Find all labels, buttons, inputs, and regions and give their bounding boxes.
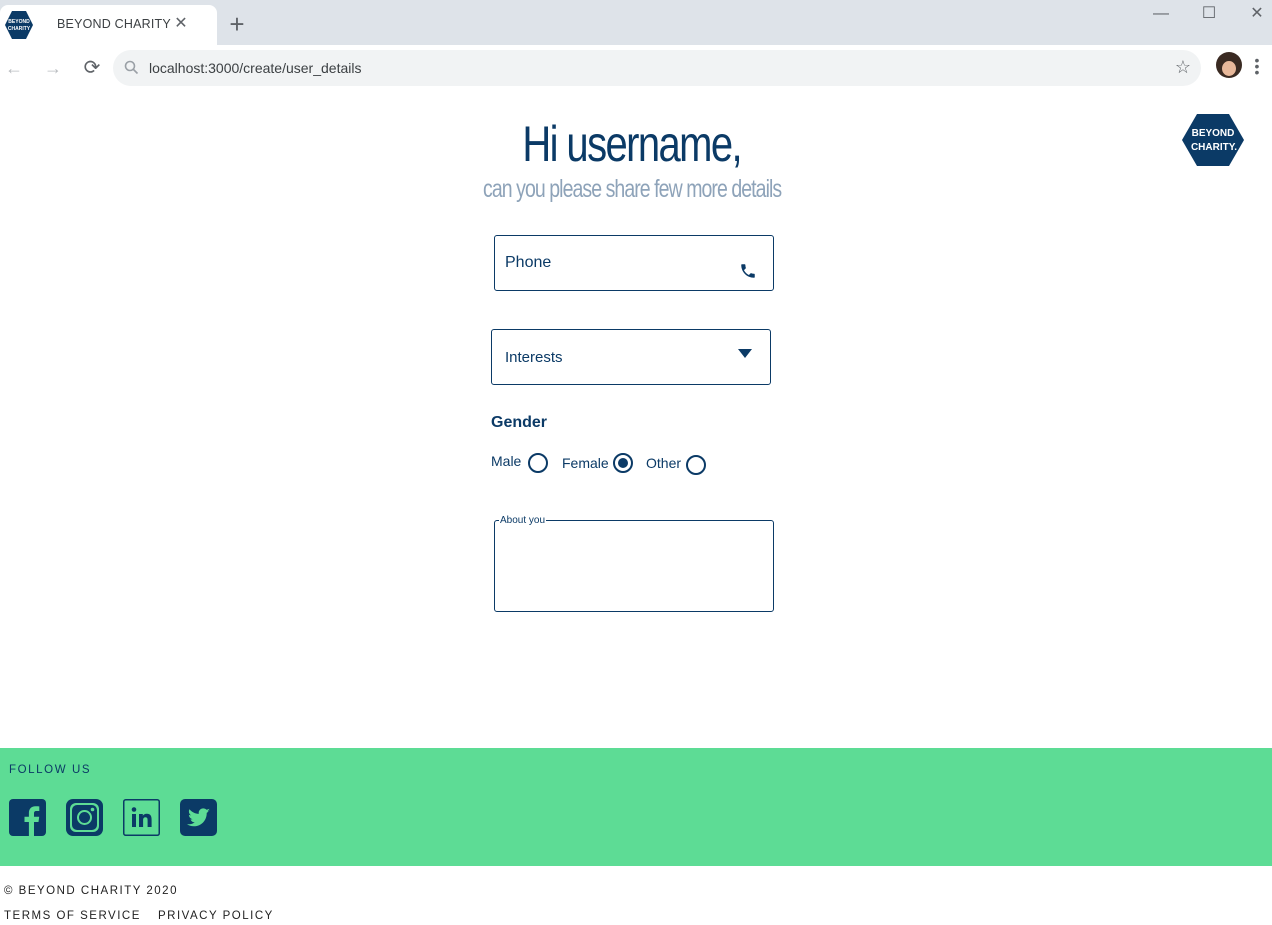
page-subtitle: can you please share few more details xyxy=(0,175,1264,204)
phone-placeholder: Phone xyxy=(505,254,552,271)
phone-input[interactable]: Phone xyxy=(494,235,774,291)
about-you-label: About you xyxy=(499,515,547,526)
radio-female[interactable] xyxy=(613,453,633,473)
instagram-icon[interactable] xyxy=(66,799,103,836)
about-you-textarea[interactable]: About you xyxy=(494,515,774,612)
beyond-charity-favicon-icon: BEYOND CHARITY xyxy=(5,11,33,39)
address-bar[interactable]: localhost:3000/create/user_details ☆ xyxy=(113,50,1201,86)
footer-social-band: FOLLOW US xyxy=(0,748,1272,866)
new-tab-icon[interactable]: + xyxy=(225,11,249,37)
subtitle-text: can you please share few more details xyxy=(482,175,782,203)
gender-label: Gender xyxy=(491,414,548,431)
maximize-icon[interactable]: ☐ xyxy=(1194,4,1224,24)
tab-title: BEYOND CHARITY xyxy=(57,17,171,31)
interests-label: Interests xyxy=(505,349,563,366)
radio-male[interactable] xyxy=(528,453,548,473)
linkedin-icon[interactable] xyxy=(123,799,160,836)
radio-label: Other xyxy=(646,455,682,471)
radio-label: Male xyxy=(491,453,522,469)
search-icon xyxy=(124,60,139,75)
browser-tab[interactable]: BEYOND CHARITY BEYOND CHARITY ✕ xyxy=(0,5,217,45)
phone-icon xyxy=(741,264,755,278)
minimize-icon[interactable]: — xyxy=(1146,4,1176,24)
reload-icon[interactable]: ⟳ xyxy=(81,57,103,79)
bookmark-star-icon[interactable]: ☆ xyxy=(1175,57,1191,78)
radio-label: Female xyxy=(562,455,609,471)
copyright-text: © BEYOND CHARITY 2020 xyxy=(4,885,178,897)
privacy-policy-link[interactable]: PRIVACY POLICY xyxy=(158,910,274,922)
profile-avatar[interactable] xyxy=(1216,52,1242,78)
svg-text:CHARITY: CHARITY xyxy=(8,26,31,32)
close-window-icon[interactable]: ✕ xyxy=(1242,4,1272,24)
forward-icon[interactable]: → xyxy=(42,57,64,79)
tab-close-icon[interactable]: ✕ xyxy=(172,15,190,33)
back-icon[interactable]: ← xyxy=(3,57,25,79)
follow-us-label: FOLLOW US xyxy=(9,764,92,776)
radio-other[interactable] xyxy=(686,455,706,475)
browser-tabstrip: BEYOND CHARITY BEYOND CHARITY ✕ + — ☐ ✕ xyxy=(0,0,1272,45)
interests-select[interactable]: Interests xyxy=(491,329,771,385)
browser-menu-icon[interactable]: • • • xyxy=(1252,53,1262,79)
page-title: Hi username, xyxy=(0,115,1264,173)
facebook-icon[interactable] xyxy=(9,799,46,836)
url-text: localhost:3000/create/user_details xyxy=(149,60,362,76)
twitter-icon[interactable] xyxy=(180,799,217,836)
greeting-text: Hi username, xyxy=(522,116,743,172)
dropdown-caret-icon xyxy=(738,349,752,358)
browser-toolbar: ← → ⟳ localhost:3000/create/user_details… xyxy=(0,45,1272,91)
terms-of-service-link[interactable]: TERMS OF SERVICE xyxy=(4,910,141,922)
svg-text:BEYOND: BEYOND xyxy=(8,19,30,25)
